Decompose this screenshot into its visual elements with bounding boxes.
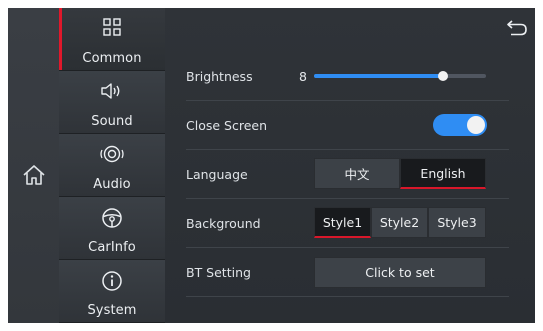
brightness-slider[interactable] <box>314 71 486 81</box>
slider-fill <box>314 74 443 78</box>
brightness-row: Brightness 8 <box>186 52 509 101</box>
steering-wheel-icon <box>102 208 122 228</box>
back-arrow-icon <box>507 20 527 36</box>
sidebar-item-system[interactable]: System <box>59 260 165 323</box>
home-icon <box>23 165 45 185</box>
speaker-icon <box>101 83 120 99</box>
toggle-knob <box>467 116 485 134</box>
sidebar-item-audio[interactable]: Audio <box>59 134 165 197</box>
settings-screen: Common Sound Audio CarInfo System Bright… <box>8 8 535 323</box>
language-selector: 中文 English <box>314 158 486 189</box>
background-option-style1[interactable]: Style1 <box>314 207 371 238</box>
settings-panel: Brightness 8 Close Screen Language 中文 En… <box>165 8 535 323</box>
language-option-chinese[interactable]: 中文 <box>314 158 400 189</box>
sidebar-item-label: Sound <box>91 114 133 129</box>
background-option-style2[interactable]: Style2 <box>371 207 428 238</box>
sidebar-item-sound[interactable]: Sound <box>59 71 165 134</box>
language-option-english[interactable]: English <box>400 158 486 189</box>
bt-setting-row: BT Setting Click to set <box>186 248 509 297</box>
back-button[interactable] <box>505 18 529 42</box>
close-screen-label: Close Screen <box>186 117 267 133</box>
brightness-label: Brightness <box>186 68 253 84</box>
brightness-value: 8 <box>299 68 307 84</box>
settings-sidebar: Common Sound Audio CarInfo System <box>59 8 165 323</box>
sidebar-item-label: CarInfo <box>88 240 136 255</box>
bt-setting-button[interactable]: Click to set <box>314 257 486 288</box>
active-indicator <box>59 8 62 70</box>
sidebar-item-label: Common <box>82 51 142 66</box>
info-icon <box>102 271 122 291</box>
sidebar-item-carinfo[interactable]: CarInfo <box>59 197 165 260</box>
background-label: Background <box>186 215 261 231</box>
grid-icon <box>103 18 121 36</box>
close-screen-toggle[interactable] <box>433 114 487 136</box>
sidebar-item-label: Audio <box>93 177 131 192</box>
home-button[interactable] <box>17 158 51 192</box>
background-option-style3[interactable]: Style3 <box>428 207 486 238</box>
slider-knob[interactable] <box>438 71 448 81</box>
language-label: Language <box>186 166 248 182</box>
bt-setting-label: BT Setting <box>186 264 251 280</box>
background-selector: Style1 Style2 Style3 <box>314 207 486 238</box>
sidebar-item-common[interactable]: Common <box>59 8 165 71</box>
close-screen-row: Close Screen <box>186 101 509 150</box>
language-row: Language 中文 English <box>186 150 509 199</box>
sidebar-item-label: System <box>87 303 137 318</box>
background-row: Background Style1 Style2 Style3 <box>186 199 509 248</box>
disc-icon <box>100 145 124 163</box>
home-column <box>8 8 60 323</box>
